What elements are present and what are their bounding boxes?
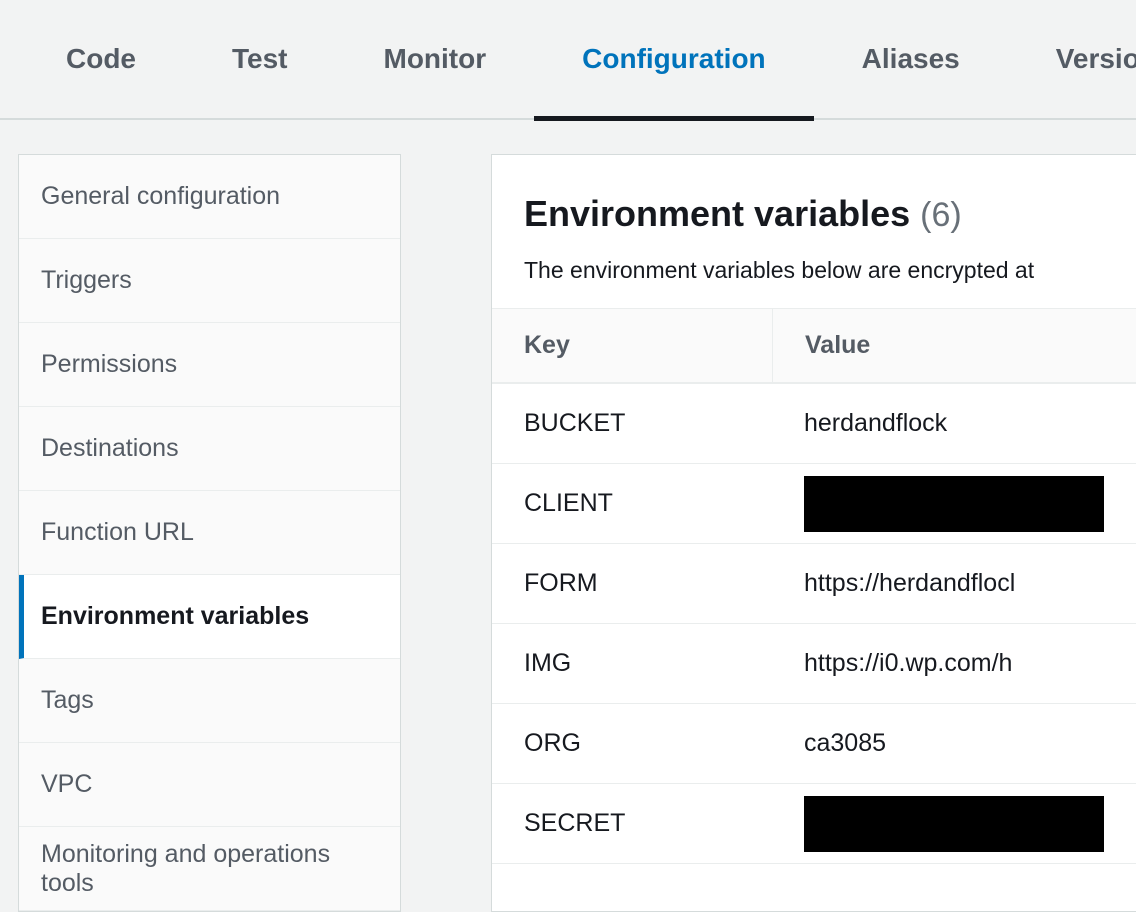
table-header-row: Key Value xyxy=(492,308,1136,384)
column-header-key[interactable]: Key xyxy=(492,309,772,382)
sidebar-item-function-url[interactable]: Function URL xyxy=(19,491,400,575)
content-area: General configuration Triggers Permissio… xyxy=(0,120,1136,912)
table-row[interactable]: SECRET xyxy=(492,784,1136,864)
cell-value: https://i0.wp.com/h xyxy=(772,649,1136,678)
sidebar-item-general[interactable]: General configuration xyxy=(19,155,400,239)
cell-key: ORG xyxy=(492,729,772,758)
cell-key: BUCKET xyxy=(492,409,772,438)
sidebar-item-vpc[interactable]: VPC xyxy=(19,743,400,827)
table-row[interactable]: BUCKET herdandflock xyxy=(492,384,1136,464)
sidebar-item-destinations[interactable]: Destinations xyxy=(19,407,400,491)
sidebar-item-env-vars[interactable]: Environment variables xyxy=(19,575,400,659)
table-row[interactable]: FORM https://herdandflocl xyxy=(492,544,1136,624)
cell-key: FORM xyxy=(492,569,772,598)
config-sidebar: General configuration Triggers Permissio… xyxy=(18,154,401,912)
panel-title: Environment variables xyxy=(524,193,910,235)
cell-value: herdandflock xyxy=(772,409,1136,438)
table-row[interactable]: ORG ca3085 xyxy=(492,704,1136,784)
table-row[interactable]: IMG https://i0.wp.com/h xyxy=(492,624,1136,704)
panel-count: (6) xyxy=(920,196,962,235)
cell-key: SECRET xyxy=(492,809,772,838)
cell-value: ca3085 xyxy=(772,729,1136,758)
tab-test[interactable]: Test xyxy=(184,29,336,89)
cell-value: https://herdandflocl xyxy=(772,569,1136,598)
tab-aliases[interactable]: Aliases xyxy=(814,29,1008,89)
tabs-bar: Code Test Monitor Configuration Aliases … xyxy=(0,0,1136,120)
env-vars-panel: Environment variables (6) The environmen… xyxy=(491,154,1136,912)
column-header-value[interactable]: Value xyxy=(772,309,1136,382)
redacted-block xyxy=(804,796,1104,852)
sidebar-item-triggers[interactable]: Triggers xyxy=(19,239,400,323)
cell-key: IMG xyxy=(492,649,772,678)
redacted-block xyxy=(804,476,1104,532)
panel-description: The environment variables below are encr… xyxy=(524,257,1104,284)
tab-versions[interactable]: Versions xyxy=(1008,29,1136,89)
tab-monitor[interactable]: Monitor xyxy=(336,29,535,89)
table-row[interactable]: CLIENT xyxy=(492,464,1136,544)
panel-title-row: Environment variables (6) xyxy=(524,193,1104,235)
env-vars-table: Key Value BUCKET herdandflock CLIENT FOR… xyxy=(492,308,1136,864)
tab-configuration[interactable]: Configuration xyxy=(534,29,814,89)
cell-key: CLIENT xyxy=(492,489,772,518)
sidebar-item-permissions[interactable]: Permissions xyxy=(19,323,400,407)
tab-code[interactable]: Code xyxy=(18,29,184,89)
sidebar-item-monitoring[interactable]: Monitoring and operations tools xyxy=(19,827,400,911)
cell-value xyxy=(772,476,1136,532)
sidebar-item-tags[interactable]: Tags xyxy=(19,659,400,743)
panel-header: Environment variables (6) The environmen… xyxy=(492,155,1136,308)
cell-value xyxy=(772,796,1136,852)
